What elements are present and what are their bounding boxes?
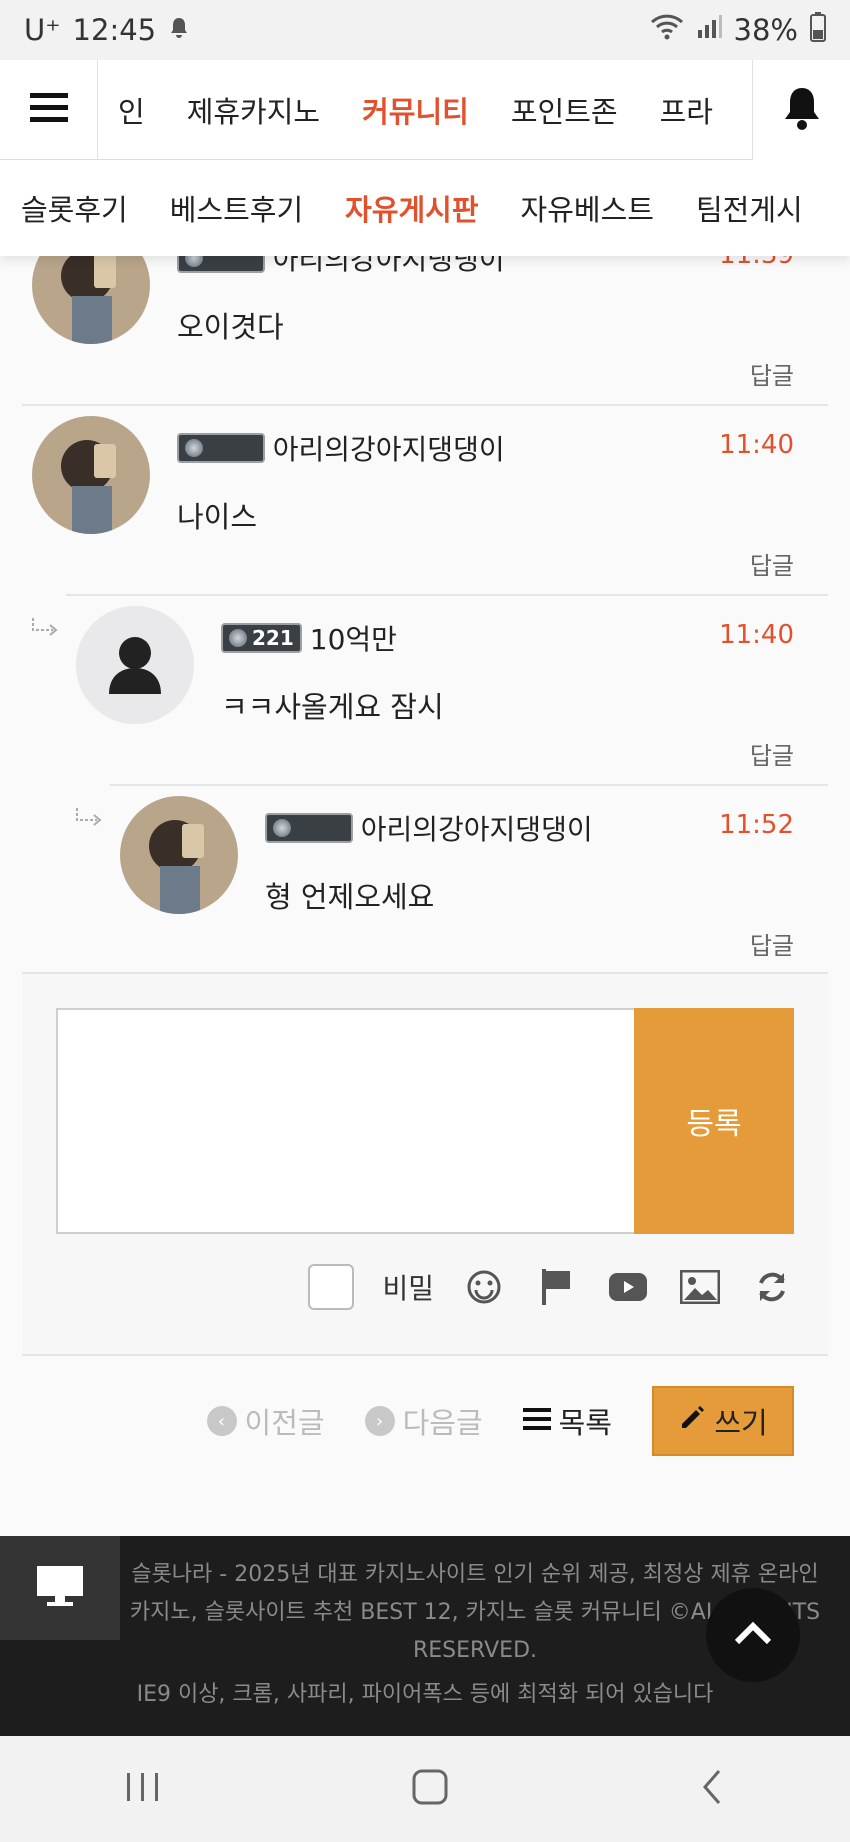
monitor-icon <box>35 1564 85 1612</box>
reply-arrow-icon <box>74 806 102 831</box>
list-label: 목록 <box>558 1406 612 1440</box>
emoticon-icon[interactable] <box>462 1265 506 1309</box>
comment-author: 221 10억만 <box>221 618 397 658</box>
signal-icon <box>696 13 722 47</box>
comment-section: 아리의강아지댕댕이 11:39 오이겻다 답글 아리의강아지댕댕이 11:40 … <box>0 256 850 1536</box>
status-bar: U⁺ 12:45 38% <box>0 0 850 60</box>
bell-icon <box>782 85 822 135</box>
post-navigation: ‹ 이전글 › 다음글 목록 쓰기 <box>22 1366 828 1476</box>
pencil-icon <box>678 1404 706 1439</box>
footer-browser-note: IE9 이상, 크롬, 사파리, 파이어폭스 등에 최적화 되어 있습니다 <box>136 1682 714 1707</box>
home-icon[interactable] <box>410 1767 450 1811</box>
back-icon[interactable] <box>697 1767 727 1811</box>
chevron-up-icon <box>733 1620 773 1650</box>
comment-text: 형 언제오세요 <box>265 880 435 914</box>
nav-item-pra[interactable]: 프라 <box>660 89 713 131</box>
secret-label: 비밀 <box>382 1272 434 1305</box>
carrier-label: U⁺ <box>24 13 61 47</box>
comment-time: 11:40 <box>719 430 794 460</box>
reply-button[interactable]: 답글 <box>750 926 794 961</box>
comment-nickname[interactable]: 아리의강아지댕댕이 <box>361 808 593 848</box>
comment-text: ㅋㅋ사올게요 잠시 <box>221 690 444 724</box>
reply-button[interactable]: 답글 <box>750 356 794 391</box>
level-badge: 221 <box>221 623 302 653</box>
level-badge <box>265 813 353 843</box>
sub-tab-team-board[interactable]: 팀전게시 <box>696 187 803 229</box>
comment-text: 나이스 <box>177 500 258 534</box>
sub-nav: 슬롯후기 베스트후기 자유게시판 자유베스트 팀전게시 <box>0 160 850 256</box>
comment-write-area: 등록 비밀 <box>22 972 828 1356</box>
prev-post-label: 이전글 <box>244 1406 325 1440</box>
nav-item-partner-casino[interactable]: 제휴카지노 <box>187 89 320 131</box>
wifi-icon <box>650 13 684 47</box>
comment-tools: 비밀 <box>308 1264 794 1310</box>
level-gem-icon <box>185 439 203 457</box>
image-icon[interactable] <box>678 1265 722 1309</box>
comment-text: 오이겻다 <box>177 310 284 344</box>
video-icon[interactable] <box>606 1265 650 1309</box>
comment-author: 아리의강아지댕댕이 <box>265 808 593 848</box>
refresh-icon[interactable] <box>750 1265 794 1309</box>
comment-item: 221 10억만 11:40 ㅋㅋ사올게요 잠시 답글 <box>66 596 828 784</box>
write-post-button[interactable]: 쓰기 <box>652 1386 794 1456</box>
flag-icon[interactable] <box>534 1265 578 1309</box>
scroll-top-button[interactable] <box>706 1588 800 1682</box>
level-badge <box>177 256 265 273</box>
level-gem-icon <box>229 629 247 647</box>
battery-level: 38% <box>733 13 798 47</box>
submit-comment-button[interactable]: 등록 <box>634 1008 794 1234</box>
level-gem-icon <box>273 819 291 837</box>
notifications-button[interactable] <box>752 60 850 160</box>
reply-button[interactable]: 답글 <box>750 546 794 581</box>
system-nav-bar <box>0 1736 850 1842</box>
comment-author: 아리의강아지댕댕이 <box>177 428 505 468</box>
notification-bell-icon <box>168 13 190 47</box>
comment-textarea[interactable] <box>56 1008 636 1234</box>
recents-icon[interactable] <box>123 1769 163 1809</box>
battery-icon <box>810 11 826 49</box>
hamburger-icon <box>29 93 68 127</box>
reply-button[interactable]: 답글 <box>750 736 794 771</box>
chevron-right-icon: › <box>364 1406 395 1436</box>
level-gem-icon <box>185 256 203 267</box>
sub-tab-free-board[interactable]: 자유게시판 <box>345 187 478 229</box>
comment-item: 아리의강아지댕댕이 11:52 형 언제오세요 답글 <box>110 786 828 974</box>
comment-nickname[interactable]: 아리의강아지댕댕이 <box>273 428 505 468</box>
pc-version-button[interactable] <box>0 1536 120 1640</box>
comment-item: 아리의강아지댕댕이 11:39 오이겻다 답글 <box>22 256 828 404</box>
main-nav-items: 인 제휴카지노 커뮤니티 포인트존 프라 <box>98 60 752 160</box>
avatar[interactable] <box>120 796 238 914</box>
level-number: 221 <box>252 626 294 650</box>
avatar[interactable] <box>32 416 150 534</box>
comment-time: 11:40 <box>719 620 794 650</box>
list-icon <box>522 1404 551 1438</box>
nav-item-point-zone[interactable]: 포인트존 <box>511 89 618 131</box>
main-nav: 인 제휴카지노 커뮤니티 포인트존 프라 <box>0 60 850 160</box>
hamburger-menu-button[interactable] <box>0 60 98 160</box>
sub-tab-free-best[interactable]: 자유베스트 <box>521 187 654 229</box>
level-badge <box>177 433 265 463</box>
avatar[interactable] <box>76 606 194 724</box>
chevron-left-icon: ‹ <box>206 1406 237 1436</box>
secret-checkbox[interactable] <box>308 1264 355 1310</box>
comment-author: 아리의강아지댕댕이 <box>177 256 505 278</box>
prev-post-link[interactable]: ‹ 이전글 <box>206 1400 325 1442</box>
sub-tab-best-review[interactable]: 베스트후기 <box>170 187 303 229</box>
comment-time: 11:39 <box>719 256 794 270</box>
comment-time: 11:52 <box>719 810 794 840</box>
sub-tab-slot-review[interactable]: 슬롯후기 <box>21 187 128 229</box>
avatar[interactable] <box>32 256 150 344</box>
list-link[interactable]: 목록 <box>522 1400 612 1442</box>
comment-nickname[interactable]: 10억만 <box>310 618 397 658</box>
comment-item: 아리의강아지댕댕이 11:40 나이스 답글 <box>22 406 828 594</box>
comment-nickname[interactable]: 아리의강아지댕댕이 <box>273 256 505 278</box>
clock: 12:45 <box>72 13 157 47</box>
write-label: 쓰기 <box>714 1406 768 1440</box>
nav-item-partial[interactable]: 인 <box>118 89 145 131</box>
next-post-link[interactable]: › 다음글 <box>364 1400 483 1442</box>
nav-item-community[interactable]: 커뮤니티 <box>362 89 469 131</box>
reply-arrow-icon <box>30 616 58 641</box>
next-post-label: 다음글 <box>402 1406 483 1440</box>
